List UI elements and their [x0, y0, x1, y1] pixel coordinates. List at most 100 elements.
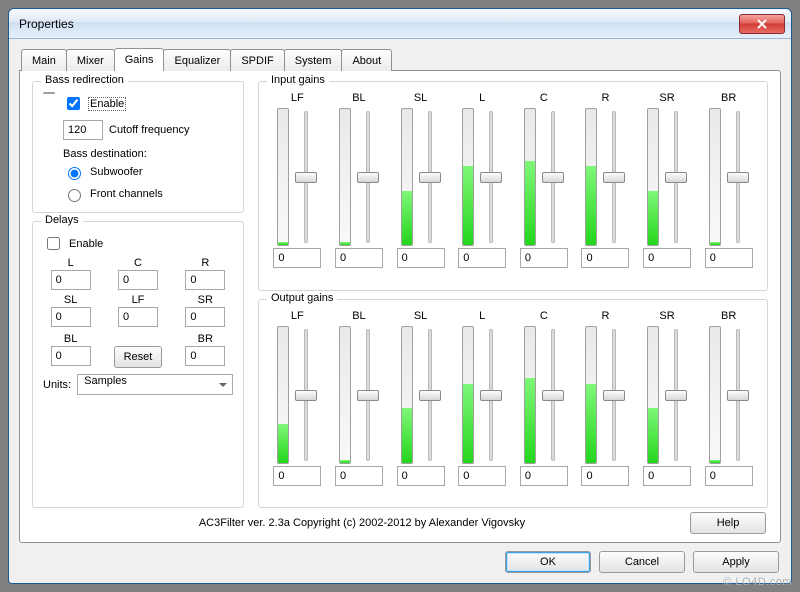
- output-gain-value-lf[interactable]: [273, 466, 321, 486]
- input-gain-value-lf[interactable]: [273, 248, 321, 268]
- output-gain-slider-lf[interactable]: [295, 326, 317, 464]
- output-gain-meter-lf: [277, 326, 289, 464]
- output-gain-slider-r[interactable]: [603, 326, 625, 464]
- input-gain-slider-r[interactable]: [603, 108, 625, 246]
- tab-equalizer[interactable]: Equalizer: [163, 49, 231, 71]
- bass-dest-subwoofer-label: Subwoofer: [90, 166, 143, 178]
- output-gain-channel-bl: BL: [331, 310, 388, 486]
- output-gain-slider-bl[interactable]: [357, 326, 379, 464]
- reset-button[interactable]: Reset: [114, 346, 162, 368]
- tab-strip: Main Mixer Gains Equalizer SPDIF System …: [19, 48, 781, 70]
- output-gain-value-sr[interactable]: [643, 466, 691, 486]
- input-gain-value-sl[interactable]: [397, 248, 445, 268]
- bass-dest-front[interactable]: Front channels: [63, 186, 190, 202]
- input-gain-value-sr[interactable]: [643, 248, 691, 268]
- delay-input-l[interactable]: [51, 270, 91, 290]
- delay-input-r[interactable]: [185, 270, 225, 290]
- output-gain-slider-sr[interactable]: [665, 326, 687, 464]
- dialog-buttons: OK Cancel Apply: [19, 543, 781, 573]
- output-gain-slider-sl[interactable]: [419, 326, 441, 464]
- input-gain-slider-sr[interactable]: [665, 108, 687, 246]
- input-gain-label-sl: SL: [414, 92, 427, 106]
- input-gain-channel-bl: BL: [331, 92, 388, 268]
- delay-input-sl[interactable]: [51, 307, 91, 327]
- output-gain-slider-c[interactable]: [542, 326, 564, 464]
- delay-label-sl: SL: [64, 294, 77, 306]
- output-gain-label-r: R: [601, 310, 609, 324]
- input-gain-value-br[interactable]: [705, 248, 753, 268]
- output-gain-meter-l: [462, 326, 474, 464]
- delay-label-c: C: [134, 257, 142, 269]
- input-gain-slider-bl[interactable]: [357, 108, 379, 246]
- input-gain-value-l[interactable]: [458, 248, 506, 268]
- output-gain-label-bl: BL: [352, 310, 365, 324]
- input-gain-value-bl[interactable]: [335, 248, 383, 268]
- tab-main[interactable]: Main: [21, 49, 67, 71]
- output-gain-slider-br[interactable]: [727, 326, 749, 464]
- bass-enable[interactable]: Enable: [63, 94, 190, 113]
- output-gain-value-c[interactable]: [520, 466, 568, 486]
- output-gain-label-br: BR: [721, 310, 736, 324]
- cancel-button[interactable]: Cancel: [599, 551, 685, 573]
- delay-cell-sl: SL: [43, 294, 98, 327]
- output-gain-value-sl[interactable]: [397, 466, 445, 486]
- input-gain-label-l: L: [479, 92, 485, 106]
- output-gain-value-l[interactable]: [458, 466, 506, 486]
- input-gain-slider-l[interactable]: [480, 108, 502, 246]
- output-gain-meter-c: [524, 326, 536, 464]
- tab-about[interactable]: About: [341, 49, 392, 71]
- input-gain-value-r[interactable]: [581, 248, 629, 268]
- output-gain-value-br[interactable]: [705, 466, 753, 486]
- delay-input-c[interactable]: [118, 270, 158, 290]
- output-gain-channel-l: L: [454, 310, 511, 486]
- output-gain-value-bl[interactable]: [335, 466, 383, 486]
- bass-dest-subwoofer[interactable]: Subwoofer: [63, 164, 190, 180]
- group-output-gains: Output gains LFBLSLLCRSRBR: [258, 299, 768, 509]
- delay-input-sr[interactable]: [185, 307, 225, 327]
- tab-gains[interactable]: Gains: [114, 48, 165, 71]
- output-gain-channel-br: BR: [700, 310, 757, 486]
- output-gain-label-sr: SR: [659, 310, 674, 324]
- bass-dest-front-radio[interactable]: [68, 189, 81, 202]
- units-label: Units:: [43, 379, 71, 391]
- help-button[interactable]: Help: [690, 512, 766, 534]
- output-gain-label-c: C: [540, 310, 548, 324]
- delay-cell-r: R: [178, 257, 233, 290]
- tab-mixer[interactable]: Mixer: [66, 49, 115, 71]
- input-gain-slider-br[interactable]: [727, 108, 749, 246]
- delay-input-lf[interactable]: [118, 307, 158, 327]
- input-gain-slider-sl[interactable]: [419, 108, 441, 246]
- bass-dest-subwoofer-radio[interactable]: [68, 167, 81, 180]
- delays-enable-checkbox[interactable]: [47, 237, 60, 250]
- apply-button[interactable]: Apply: [693, 551, 779, 573]
- close-button[interactable]: [739, 14, 785, 34]
- group-input-gains: Input gains LFBLSLLCRSRBR: [258, 81, 768, 291]
- input-gain-value-c[interactable]: [520, 248, 568, 268]
- ok-button[interactable]: OK: [505, 551, 591, 573]
- delays-enable[interactable]: Enable: [43, 234, 233, 253]
- input-gain-meter-l: [462, 108, 474, 246]
- input-gain-meter-r: [585, 108, 597, 246]
- output-gain-slider-l[interactable]: [480, 326, 502, 464]
- delay-bl-input[interactable]: [51, 346, 91, 366]
- output-gain-value-r[interactable]: [581, 466, 629, 486]
- cutoff-frequency-input[interactable]: [63, 120, 103, 140]
- input-gain-label-lf: LF: [291, 92, 304, 106]
- bass-enable-checkbox[interactable]: [67, 97, 80, 110]
- delay-br-label: BR: [198, 333, 213, 345]
- units-select[interactable]: Samples: [77, 374, 233, 395]
- input-gain-slider-lf[interactable]: [295, 108, 317, 246]
- group-delays-legend: Delays: [41, 214, 83, 226]
- delay-br-input[interactable]: [185, 346, 225, 366]
- tab-system[interactable]: System: [284, 49, 343, 71]
- delay-label-lf: LF: [132, 294, 145, 306]
- input-gain-meter-sr: [647, 108, 659, 246]
- output-gain-meter-br: [709, 326, 721, 464]
- input-gain-meter-br: [709, 108, 721, 246]
- input-gain-meter-lf: [277, 108, 289, 246]
- tab-spdif[interactable]: SPDIF: [230, 49, 284, 71]
- delay-label-sr: SR: [198, 294, 213, 306]
- input-gain-channel-br: BR: [700, 92, 757, 268]
- input-gain-slider-c[interactable]: [542, 108, 564, 246]
- delay-cell-lf: LF: [110, 294, 165, 327]
